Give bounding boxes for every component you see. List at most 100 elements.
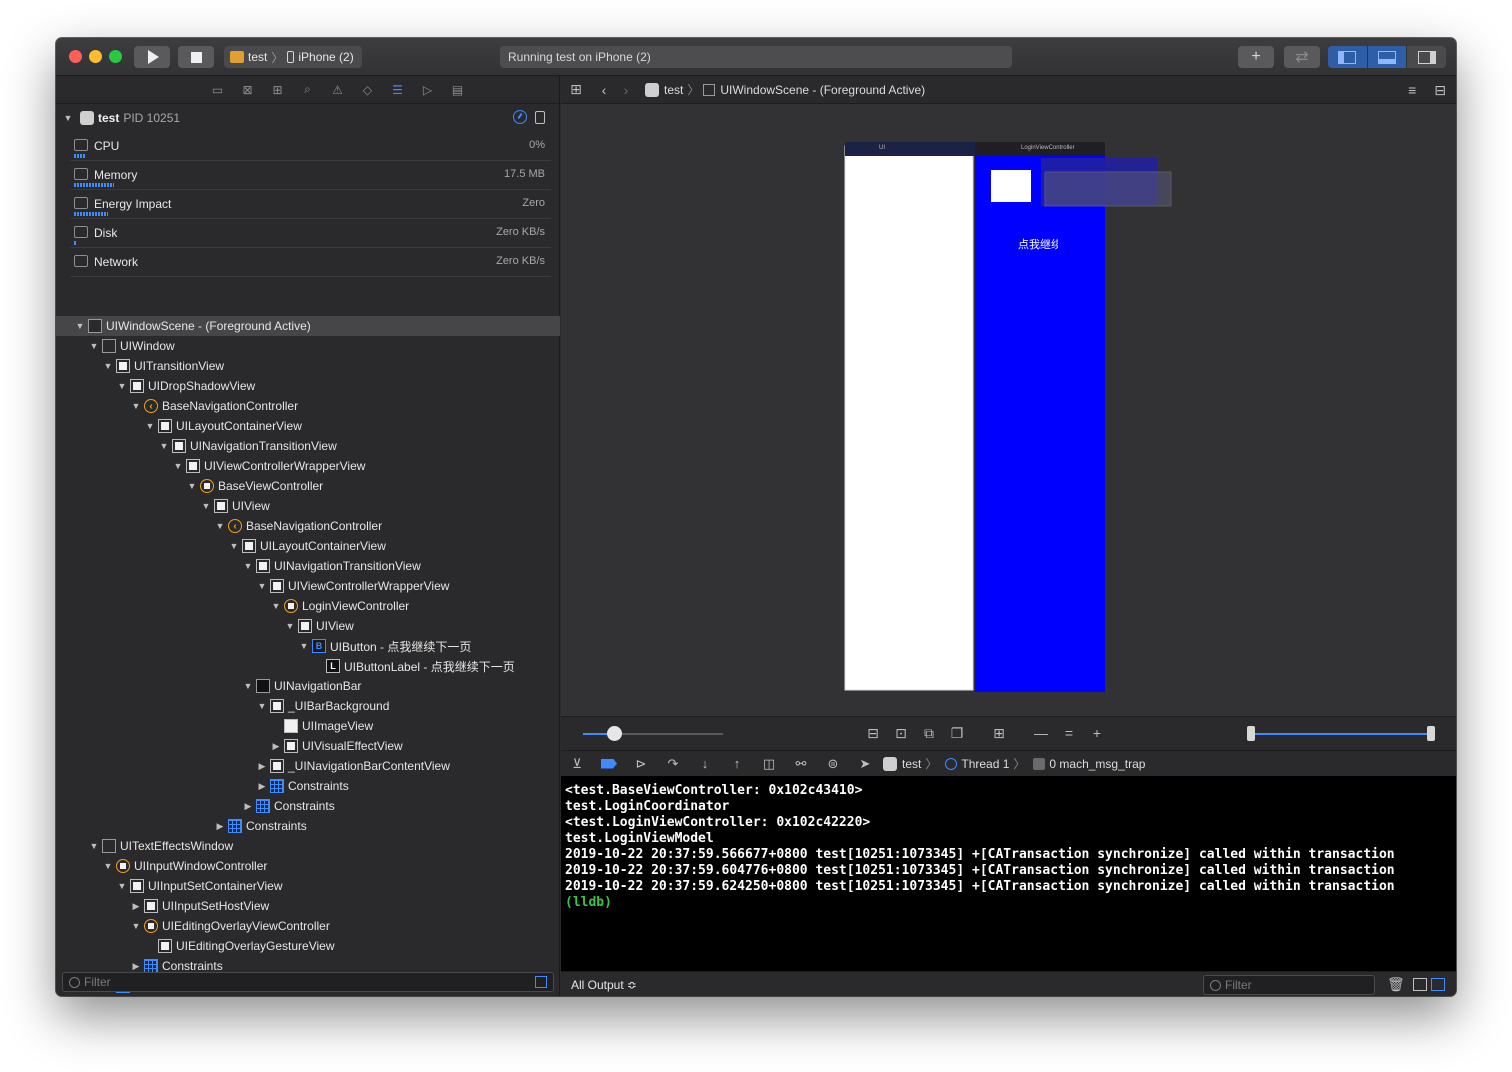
- disclosure-open-icon[interactable]: ▼: [116, 380, 128, 392]
- disclosure-open-icon[interactable]: ▼: [130, 920, 142, 932]
- run-button[interactable]: [134, 46, 170, 68]
- tree-row[interactable]: ▶ Constraints: [56, 776, 560, 796]
- stop-button[interactable]: [178, 46, 214, 68]
- disclosure-open-icon[interactable]: ▼: [284, 620, 296, 632]
- nav-bar-small[interactable]: [845, 142, 975, 156]
- range-handle-min[interactable]: [1247, 726, 1255, 741]
- disclosure-open-icon[interactable]: ▼: [172, 460, 184, 472]
- tree-row[interactable]: ▼ UIViewControllerWrapperView: [56, 456, 560, 476]
- disclosure-open-icon[interactable]: ▼: [228, 540, 240, 552]
- tree-row[interactable]: ▼ UIInputWindowController: [56, 856, 560, 876]
- tree-row[interactable]: ▼ UINavigationTransitionView: [56, 556, 560, 576]
- debug-icon[interactable]: ☰: [389, 81, 407, 99]
- jumpbar-crumb-scene[interactable]: UIWindowScene - (Foreground Active): [720, 83, 925, 97]
- console-view-icon[interactable]: [1431, 978, 1445, 991]
- report-icon[interactable]: ▤: [449, 81, 467, 99]
- tree-row[interactable]: ▶ UIVisualEffectView: [56, 736, 560, 756]
- jumpbar-crumb-test[interactable]: test: [664, 83, 683, 97]
- gauge-row-disk[interactable]: Disk Zero KB/s: [70, 219, 551, 248]
- gauge-icon[interactable]: [513, 110, 527, 124]
- disclosure-closed-icon[interactable]: ▶: [130, 960, 142, 972]
- disclosure-open-icon[interactable]: ▼: [102, 860, 114, 872]
- disclosure-open-icon[interactable]: ▼: [242, 680, 254, 692]
- disclosure-open-icon[interactable]: ▼: [74, 320, 86, 332]
- disclosure-open-icon[interactable]: ▼: [88, 340, 100, 352]
- source-control-icon[interactable]: ⊠: [239, 81, 257, 99]
- gauge-row-memory[interactable]: Memory 17.5 MB: [70, 161, 551, 190]
- tree-row[interactable]: ▼ UILayoutContainerView: [56, 536, 560, 556]
- tree-row[interactable]: ▼ UINavigationTransitionView: [56, 436, 560, 456]
- filter-scope-icon[interactable]: [535, 976, 547, 988]
- issue-icon[interactable]: ⚠: [329, 81, 347, 99]
- tree-row[interactable]: ▼ UIViewControllerWrapperView: [56, 576, 560, 596]
- tree-row[interactable]: ▼ UINavigationBar: [56, 676, 560, 696]
- tree-row[interactable]: ▼ ‹ BaseNavigationController: [56, 516, 560, 536]
- tree-row[interactable]: ▼ UIView: [56, 616, 560, 636]
- breakpoints-toggle-icon[interactable]: [601, 758, 617, 769]
- tree-row[interactable]: UIImageView: [56, 716, 560, 736]
- back-icon[interactable]: ‹: [597, 82, 611, 98]
- zoom-out-icon[interactable]: —: [1033, 725, 1049, 742]
- tree-row[interactable]: ▼ UIView: [56, 496, 560, 516]
- disclosure-open-icon[interactable]: ▼: [298, 640, 310, 652]
- minimize-window-button[interactable]: [89, 50, 102, 63]
- library-button[interactable]: +: [1238, 46, 1274, 68]
- tree-row[interactable]: ▼ B UIButton - 点我继续下一页: [56, 636, 560, 656]
- tree-row[interactable]: ▼ _UIBarBackground: [56, 696, 560, 716]
- tree-row[interactable]: ▶ _UINavigationBarContentView: [56, 756, 560, 776]
- add-editor-icon[interactable]: ⊟: [1434, 82, 1446, 99]
- disclosure-closed-icon[interactable]: ▶: [270, 740, 282, 752]
- toggle-navigator-button[interactable]: [1328, 46, 1368, 68]
- blue-view-layer[interactable]: [975, 152, 1105, 692]
- environment-overrides-icon[interactable]: ⊜: [825, 756, 841, 772]
- disclosure-open-icon[interactable]: ▼: [102, 360, 114, 372]
- console-output[interactable]: <test.BaseViewController: 0x102c43410> te…: [561, 776, 1456, 971]
- console-filter[interactable]: Filter: [1203, 975, 1375, 995]
- step-out-icon[interactable]: ↑: [729, 756, 745, 772]
- tree-row[interactable]: ▼ ‹ BaseNavigationController: [56, 396, 560, 416]
- spacing-slider[interactable]: [583, 726, 723, 741]
- debug-target[interactable]: test: [902, 757, 921, 771]
- layer-range-slider[interactable]: [1247, 726, 1435, 741]
- tree-row[interactable]: L UIButtonLabel - 点我继续下一页: [56, 656, 560, 676]
- text-align-icon[interactable]: ≡: [1408, 82, 1416, 99]
- disclosure-open-icon[interactable]: ▼: [200, 500, 212, 512]
- tree-row[interactable]: ▼ UIWindowScene - (Foreground Active): [56, 316, 560, 336]
- disclosure-open-icon[interactable]: ▼: [116, 880, 128, 892]
- adjust-view-mode-icon[interactable]: ⧉: [921, 725, 937, 742]
- simulate-location-icon[interactable]: ➤: [857, 756, 873, 772]
- output-selector[interactable]: All Output ≎: [571, 978, 637, 992]
- scheme-selector[interactable]: test 〉 iPhone (2): [224, 46, 362, 68]
- gauge-row-energy-impact[interactable]: Energy Impact Zero: [70, 190, 551, 219]
- show-constraints-icon[interactable]: ⊡: [893, 725, 909, 742]
- test-icon[interactable]: ◇: [359, 81, 377, 99]
- disclosure-closed-icon[interactable]: ▶: [242, 800, 254, 812]
- disclosure-open-icon[interactable]: ▼: [270, 600, 282, 612]
- disclosure-open-icon[interactable]: ▼: [88, 840, 100, 852]
- tree-row[interactable]: ▶ Constraints: [56, 816, 560, 836]
- disclosure-open-icon[interactable]: ▼: [242, 560, 254, 572]
- lldb-prompt[interactable]: (lldb): [565, 895, 1452, 911]
- tree-row[interactable]: ▼ BaseViewController: [56, 476, 560, 496]
- tree-row[interactable]: ▼ UITransitionView: [56, 356, 560, 376]
- disclosure-closed-icon[interactable]: ▶: [256, 780, 268, 792]
- navigator-filter[interactable]: Filter: [62, 972, 554, 992]
- root-window-layer[interactable]: [844, 145, 974, 691]
- disclosure-closed-icon[interactable]: ▶: [256, 760, 268, 772]
- find-icon[interactable]: ⌕: [299, 81, 317, 99]
- device-icon[interactable]: [535, 110, 545, 124]
- disclosure-open-icon[interactable]: ▼: [144, 420, 156, 432]
- disclosure-closed-icon[interactable]: ▶: [130, 900, 142, 912]
- tree-row[interactable]: ▶ UIInputSetHostView: [56, 896, 560, 916]
- related-items-icon[interactable]: ⊞: [569, 81, 583, 97]
- spacing-slider-knob[interactable]: [607, 726, 622, 741]
- breakpoint-icon[interactable]: ▷: [419, 81, 437, 99]
- tree-row[interactable]: ▼ UIWindow: [56, 336, 560, 356]
- trash-icon[interactable]: 🗑: [1387, 976, 1405, 992]
- process-header[interactable]: ▼ test PID 10251: [56, 104, 559, 132]
- debug-memory-graph-icon[interactable]: ⚯: [793, 756, 809, 772]
- step-over-icon[interactable]: ↷: [665, 756, 681, 772]
- disclosure-open-icon[interactable]: ▼: [256, 580, 268, 592]
- disclosure-closed-icon[interactable]: ▶: [214, 820, 226, 832]
- zoom-window-button[interactable]: [109, 50, 122, 63]
